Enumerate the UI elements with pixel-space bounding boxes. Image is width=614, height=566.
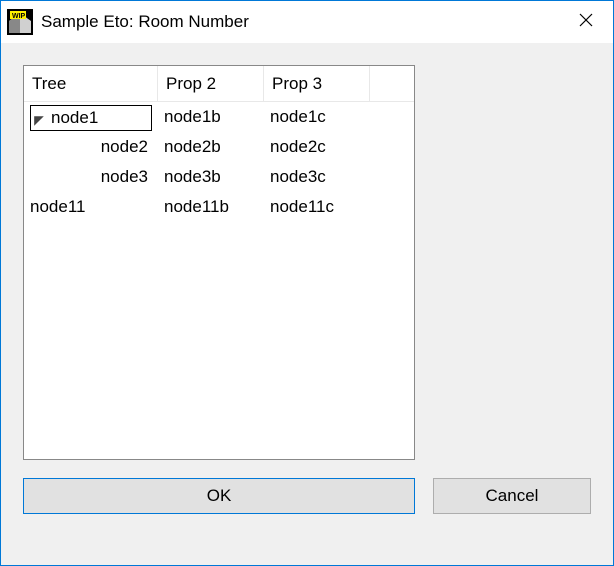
close-button[interactable] [559, 1, 613, 43]
tree-cell-label: node2 [24, 132, 158, 162]
titlebar: WIP Sample Eto: Room Number [1, 1, 613, 43]
tree-body[interactable]: node1node1bnode1cnode2node2bnode2cnode3n… [24, 102, 414, 459]
tree-cell-prop3: node11c [264, 192, 370, 222]
tree-cell-prop2: node3b [158, 162, 264, 192]
cancel-button[interactable]: Cancel [433, 478, 591, 514]
tree-cell-prop3: node2c [264, 132, 370, 162]
window-title: Sample Eto: Room Number [41, 12, 559, 32]
tree-node-label: node3 [101, 167, 148, 187]
app-icon: WIP [7, 9, 33, 35]
tree-node-label: node2 [101, 137, 148, 157]
ok-button[interactable]: OK [23, 478, 415, 514]
svg-text:WIP: WIP [12, 13, 26, 20]
tree-row[interactable]: node1 node1bnode1c [24, 102, 414, 132]
dialog-content: Tree Prop 2 Prop 3 node1node1bnode1cnode… [1, 43, 613, 565]
tree-cell-label: node1 [24, 102, 158, 132]
button-row: OK Cancel [23, 478, 591, 514]
column-header-prop3[interactable]: Prop 3 [264, 66, 370, 101]
column-header-tree[interactable]: Tree [24, 66, 158, 101]
tree-node-label: node11 [30, 197, 85, 217]
tree-cell-prop2: node11b [158, 192, 264, 222]
tree-cell-prop2: node1b [158, 102, 264, 132]
tree-cell-label: node3 [24, 162, 158, 192]
expander-icon[interactable] [33, 112, 45, 124]
close-icon [579, 13, 593, 32]
tree-cell-label: node11 [24, 192, 158, 222]
tree-grid[interactable]: Tree Prop 2 Prop 3 node1node1bnode1cnode… [23, 65, 415, 460]
tree-cell-prop3: node3c [264, 162, 370, 192]
tree-node-label: node1 [51, 108, 98, 128]
tree-header: Tree Prop 2 Prop 3 [24, 66, 414, 102]
column-header-spare [370, 66, 414, 101]
tree-row[interactable]: node11 node11bnode11c [24, 192, 414, 222]
column-header-prop2[interactable]: Prop 2 [158, 66, 264, 101]
tree-row[interactable]: node3 node3bnode3c [24, 162, 414, 192]
tree-cell-prop2: node2b [158, 132, 264, 162]
tree-row[interactable]: node2 node2bnode2c [24, 132, 414, 162]
tree-cell-prop3: node1c [264, 102, 370, 132]
